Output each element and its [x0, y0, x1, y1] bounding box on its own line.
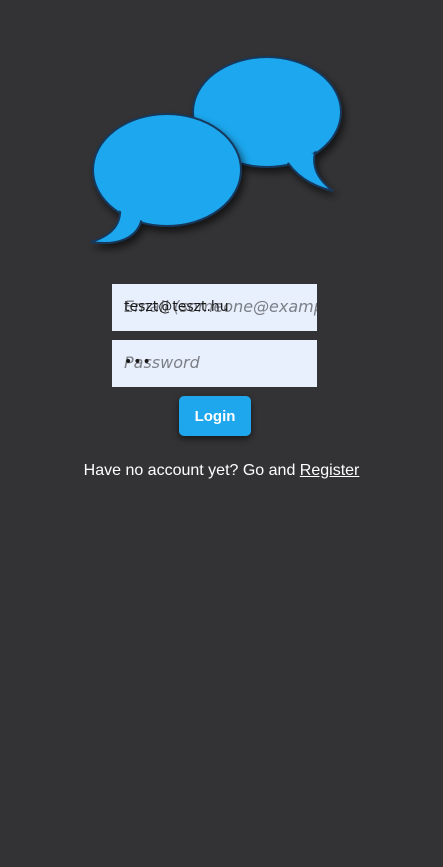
register-prompt: Have no account yet? Go and Register [0, 462, 443, 480]
password-value: ••• [124, 354, 152, 370]
email-value: teszt@teszt.hu [124, 299, 229, 315]
register-prompt-text: Have no account yet? Go and [83, 462, 300, 479]
login-button[interactable]: Login [179, 396, 251, 436]
login-page: Email (someone@example teszt@teszt.hu Pa… [0, 0, 443, 867]
front-bubble [90, 113, 242, 244]
chat-bubbles-icon [90, 56, 342, 244]
password-field[interactable]: Password ••• [112, 340, 317, 387]
register-link[interactable]: Register [300, 462, 360, 479]
email-field[interactable]: Email (someone@example teszt@teszt.hu [112, 284, 317, 331]
